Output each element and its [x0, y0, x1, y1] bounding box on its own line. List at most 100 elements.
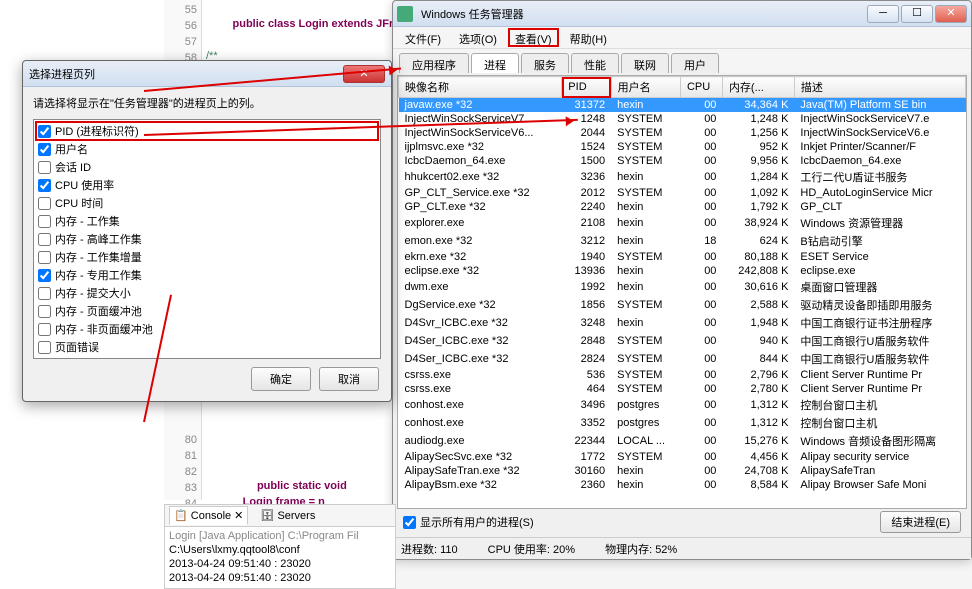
column-label: 内存 - 工作集增量	[55, 249, 142, 265]
column-checkbox[interactable]	[38, 215, 51, 228]
columns-checklist[interactable]: PID (进程标识符)用户名会话 IDCPU 使用率CPU 时间内存 - 工作集…	[33, 119, 381, 359]
tab-应用程序[interactable]: 应用程序	[399, 53, 469, 73]
column-label: PID (进程标识符)	[55, 123, 139, 139]
table-row[interactable]: D4Ser_ICBC.exe *322848SYSTEM00940 K中国工商银…	[399, 332, 966, 350]
table-row[interactable]: AlipayBsm.exe *322360hexin008,584 KAlipa…	[399, 478, 966, 492]
table-row[interactable]: eclipse.exe *3213936hexin00242,808 Kecli…	[399, 264, 966, 278]
column-label: 内存 - 专用工作集	[55, 267, 142, 283]
menu-item[interactable]: 帮助(H)	[564, 29, 613, 46]
column-option[interactable]: 内存 - 工作集	[36, 212, 378, 230]
tm-title: Windows 任务管理器	[417, 6, 867, 22]
column-checkbox[interactable]	[38, 251, 51, 264]
table-row[interactable]: hhukcert02.exe *323236hexin001,284 K工行二代…	[399, 168, 966, 186]
tab-进程[interactable]: 进程	[471, 53, 519, 73]
table-row[interactable]: dwm.exe1992hexin0030,616 K桌面窗口管理器	[399, 278, 966, 296]
column-label: CPU 时间	[55, 195, 103, 211]
tab-servers[interactable]: 🗄 Servers	[256, 507, 319, 524]
table-row[interactable]: audiodg.exe22344LOCAL ...0015,276 KWindo…	[399, 432, 966, 450]
col-header[interactable]: 用户名	[611, 77, 680, 98]
col-header[interactable]: CPU	[680, 77, 722, 98]
table-row[interactable]: GP_CLT_Service.exe *322012SYSTEM001,092 …	[399, 186, 966, 200]
menu-item[interactable]: 查看(V)	[509, 29, 558, 46]
col-header[interactable]: 描述	[794, 77, 965, 98]
table-row[interactable]: csrss.exe536SYSTEM002,796 KClient Server…	[399, 368, 966, 382]
table-row[interactable]: ijplmsvc.exe *321524SYSTEM00952 KInkjet …	[399, 140, 966, 154]
column-option[interactable]: CPU 时间	[36, 194, 378, 212]
column-label: 内存 - 页面缓冲池	[55, 303, 142, 319]
table-row[interactable]: emon.exe *323212hexin18624 KB钻启动引擎	[399, 232, 966, 250]
table-row[interactable]: csrss.exe464SYSTEM002,780 KClient Server…	[399, 382, 966, 396]
column-checkbox[interactable]	[38, 233, 51, 246]
task-manager-window: Windows 任务管理器 ─ ☐ ✕ 文件(F) 选项(O) 查看(V) 帮助(H)…	[392, 0, 972, 560]
table-row[interactable]: GP_CLT.exe *322240hexin001,792 KGP_CLT	[399, 200, 966, 214]
table-row[interactable]: D4Ser_ICBC.exe *322824SYSTEM00844 K中国工商银…	[399, 350, 966, 368]
tm-statusbar: 进程数: 110 CPU 使用率: 20% 物理内存: 52%	[393, 537, 971, 559]
column-checkbox[interactable]	[38, 269, 51, 282]
column-checkbox[interactable]	[38, 161, 51, 174]
tab-用户[interactable]: 用户	[671, 53, 719, 73]
column-option[interactable]: 内存 - 提交大小	[36, 284, 378, 302]
column-checkbox[interactable]	[38, 179, 51, 192]
table-row[interactable]: DgService.exe *321856SYSTEM002,588 K驱动精灵…	[399, 296, 966, 314]
table-row[interactable]: ekrn.exe *321940SYSTEM0080,188 KESET Ser…	[399, 250, 966, 264]
column-option[interactable]: 内存 - 非页面缓冲池	[36, 320, 378, 338]
column-option[interactable]: 页面错误增量	[36, 356, 378, 359]
tab-console[interactable]: 📋 Console ✕	[169, 506, 248, 525]
table-row[interactable]: D4Svr_ICBC.exe *323248hexin001,948 K中国工商…	[399, 314, 966, 332]
table-row[interactable]: AlipaySecSvc.exe *321772SYSTEM004,456 KA…	[399, 450, 966, 464]
cancel-button[interactable]: 取消	[319, 367, 379, 391]
show-all-checkbox[interactable]	[403, 516, 416, 529]
table-row[interactable]: IcbcDaemon_64.exe1500SYSTEM009,956 KIcbc…	[399, 154, 966, 168]
table-row[interactable]: InjectWinSockServiceV6...2044SYSTEM001,2…	[399, 126, 966, 140]
column-label: 内存 - 非页面缓冲池	[55, 321, 153, 337]
menu-item[interactable]: 文件(F)	[399, 29, 447, 46]
status-cpu: CPU 使用率: 20%	[488, 541, 575, 557]
col-header[interactable]: 映像名称	[399, 77, 562, 98]
column-checkbox[interactable]	[38, 197, 51, 210]
column-checkbox[interactable]	[38, 341, 51, 354]
table-body: javaw.exe *3231372hexin0034,364 KJava(TM…	[399, 98, 966, 493]
table-row[interactable]: AlipaySafeTran.exe *3230160hexin0024,708…	[399, 464, 966, 478]
column-label: 内存 - 工作集	[55, 213, 120, 229]
column-checkbox[interactable]	[38, 305, 51, 318]
console-panel: 📋 Console ✕ 🗄 Servers Login [Java Applic…	[164, 504, 396, 589]
tm-tabbar[interactable]: 应用程序进程服务性能联网用户	[393, 49, 971, 73]
maximize-icon[interactable]: ☐	[901, 5, 933, 23]
ok-button[interactable]: 确定	[251, 367, 311, 391]
column-option[interactable]: 会话 ID	[36, 158, 378, 176]
column-option[interactable]: 内存 - 工作集增量	[36, 248, 378, 266]
table-row[interactable]: conhost.exe3496postgres001,312 K控制台窗口主机	[399, 396, 966, 414]
tm-menubar[interactable]: 文件(F) 选项(O) 查看(V) 帮助(H)	[393, 27, 971, 49]
column-option[interactable]: 用户名	[36, 140, 378, 158]
console-output[interactable]: Login [Java Application] C:\Program Fil …	[165, 527, 395, 587]
dialog-prompt: 请选择将显示在"任务管理器"的进程页上的列。	[33, 95, 381, 111]
tab-性能[interactable]: 性能	[571, 53, 619, 73]
column-option[interactable]: 内存 - 页面缓冲池	[36, 302, 378, 320]
table-row[interactable]: explorer.exe2108hexin0038,924 KWindows 资…	[399, 214, 966, 232]
close-icon[interactable]: ✕	[935, 5, 967, 23]
column-checkbox[interactable]	[38, 287, 51, 300]
column-option[interactable]: 页面错误	[36, 338, 378, 356]
column-label: 页面错误	[55, 339, 99, 355]
col-header[interactable]: 内存(...	[722, 77, 794, 98]
col-header[interactable]: PID	[562, 77, 611, 98]
column-option[interactable]: 内存 - 高峰工作集	[36, 230, 378, 248]
tm-app-icon	[397, 6, 413, 22]
status-procs: 进程数: 110	[401, 541, 458, 557]
column-checkbox[interactable]	[38, 125, 51, 138]
column-checkbox[interactable]	[38, 143, 51, 156]
column-option[interactable]: CPU 使用率	[36, 176, 378, 194]
tm-titlebar[interactable]: Windows 任务管理器 ─ ☐ ✕	[393, 1, 971, 27]
end-process-button[interactable]: 结束进程(E)	[880, 511, 961, 533]
tm-table-scroll[interactable]: 映像名称PID用户名CPU内存(...描述 javaw.exe *3231372…	[398, 76, 966, 508]
column-checkbox[interactable]	[38, 359, 51, 360]
tab-联网[interactable]: 联网	[621, 53, 669, 73]
column-checkbox[interactable]	[38, 323, 51, 336]
column-option[interactable]: 内存 - 专用工作集	[36, 266, 378, 284]
table-row[interactable]: conhost.exe3352postgres001,312 K控制台窗口主机	[399, 414, 966, 432]
table-row[interactable]: javaw.exe *3231372hexin0034,364 KJava(TM…	[399, 98, 966, 113]
show-all-users-checkbox[interactable]: 显示所有用户的进程(S)	[403, 514, 534, 530]
minimize-icon[interactable]: ─	[867, 5, 899, 23]
menu-item[interactable]: 选项(O)	[453, 29, 503, 46]
tab-服务[interactable]: 服务	[521, 53, 569, 73]
